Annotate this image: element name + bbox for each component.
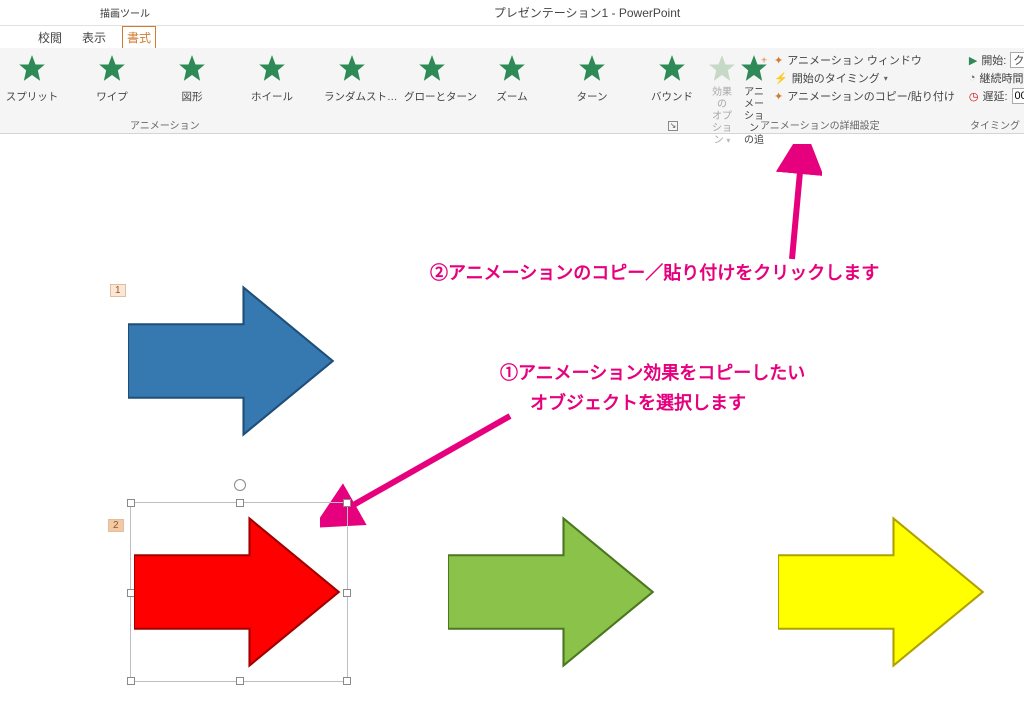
- annotation-text-1b: オブジェクトを選択します: [530, 389, 746, 415]
- anim-random-stripes[interactable]: ランダムスト…: [324, 52, 380, 104]
- animation-pane-icon: ✦: [774, 54, 783, 67]
- contextual-tab-caption: 描画ツール: [100, 5, 150, 20]
- tab-view[interactable]: 表示: [78, 27, 110, 48]
- shape-blue-arrow[interactable]: [128, 276, 338, 446]
- group-label-animation: アニメーション: [130, 117, 200, 132]
- slide-canvas[interactable]: ②アニメーションのコピー／貼り付けをクリックします 1 ①アニメーション効果をコ…: [0, 144, 1024, 724]
- group-label-advanced: アニメーションの詳細設定: [760, 117, 880, 132]
- effect-options-button: 効果のオプション ▾: [708, 48, 736, 133]
- annotation-text-2: ②アニメーションのコピー／貼り付けをクリックします: [430, 259, 879, 285]
- anim-zoom[interactable]: ズーム: [484, 52, 540, 104]
- effect-options-icon: [708, 54, 736, 82]
- ribbon-tabs: 校閲 表示 書式: [0, 26, 1024, 48]
- start-label: 開始:: [981, 52, 1006, 68]
- delay-icon: ◷: [969, 90, 979, 103]
- start-select[interactable]: クリック時: [1010, 52, 1024, 68]
- anim-bound[interactable]: バウンド: [644, 52, 700, 104]
- annotation-arrow-top: [762, 144, 822, 264]
- start-play-icon: ▶: [969, 54, 977, 67]
- trigger-icon: ⚡: [774, 72, 788, 85]
- anim-grow-turn[interactable]: グローとターン: [404, 52, 460, 104]
- shape-green-arrow[interactable]: [448, 506, 658, 678]
- group-label-timing: タイミング: [970, 117, 1020, 132]
- trigger-button[interactable]: ⚡ 開始のタイミング ▾: [774, 70, 955, 86]
- anim-shape[interactable]: 図形: [164, 52, 220, 104]
- resize-handle-sw[interactable]: [127, 677, 135, 685]
- animation-gallery[interactable]: スプリット ワイプ 図形 ホイール ランダムスト… グローとターン ズーム タ: [0, 48, 704, 133]
- tab-review[interactable]: 校閲: [34, 27, 66, 48]
- add-animation-icon: +: [740, 54, 768, 82]
- resize-handle-e[interactable]: [343, 589, 351, 597]
- delay-input[interactable]: [1012, 88, 1024, 104]
- tab-format[interactable]: 書式: [122, 26, 156, 48]
- resize-handle-se[interactable]: [343, 677, 351, 685]
- animation-painter-button[interactable]: ✦ アニメーションのコピー/貼り付け: [774, 88, 955, 104]
- rotate-handle-icon[interactable]: [234, 479, 246, 491]
- ribbon: スプリット ワイプ 図形 ホイール ランダムスト… グローとターン ズーム タ: [0, 48, 1024, 134]
- shape-red-arrow[interactable]: [134, 506, 344, 678]
- contextual-tab-group: 描画ツール: [100, 5, 150, 20]
- annotation-text-1a: ①アニメーション効果をコピーしたい: [500, 359, 805, 385]
- animation-tag-1[interactable]: 1: [110, 284, 126, 297]
- anim-split[interactable]: スプリット: [4, 52, 60, 104]
- animation-dialog-launcher-icon[interactable]: ↘: [668, 121, 678, 131]
- animation-tag-2[interactable]: 2: [108, 519, 124, 532]
- duration-label: 継続時間:: [980, 70, 1024, 86]
- delay-label: 遅延:: [982, 88, 1007, 104]
- animation-painter-icon: ✦: [774, 90, 783, 103]
- window-title: プレゼンテーション1 - PowerPoint: [150, 4, 1024, 21]
- anim-wheel[interactable]: ホイール: [244, 52, 300, 104]
- title-bar: 描画ツール プレゼンテーション1 - PowerPoint: [0, 0, 1024, 26]
- resize-handle-s[interactable]: [236, 677, 244, 685]
- animation-pane-button[interactable]: ✦ アニメーション ウィンドウ: [774, 52, 955, 68]
- duration-icon: ◔: [969, 72, 976, 84]
- svg-text:+: +: [761, 54, 767, 66]
- resize-handle-ne[interactable]: [343, 499, 351, 507]
- anim-wipe[interactable]: ワイプ: [84, 52, 140, 104]
- anim-turn[interactable]: ターン: [564, 52, 620, 104]
- shape-yellow-arrow[interactable]: [778, 506, 988, 678]
